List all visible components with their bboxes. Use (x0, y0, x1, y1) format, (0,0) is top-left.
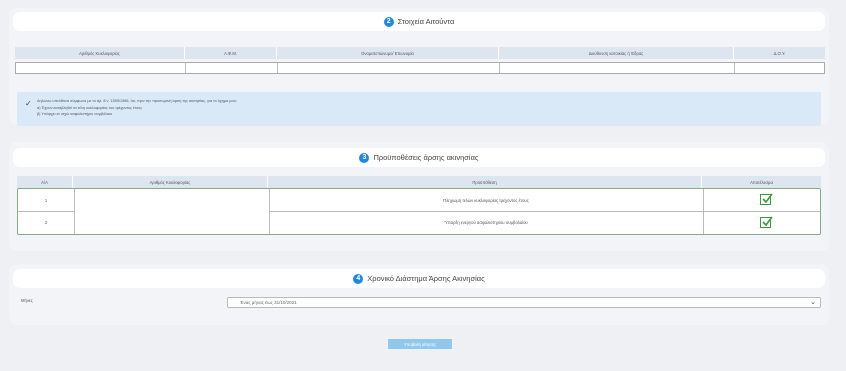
col-address: Διεύθυνση κατοικίας ή Έδρας (499, 47, 734, 59)
name-field[interactable] (278, 63, 500, 73)
col-condition: Προϋπόθεση (268, 176, 702, 188)
declaration-box: ✓ Δηλώνω υπεύθυνα σύμφωνα με το άρ. 8 ν.… (17, 92, 821, 126)
applicant-card: 2 Στοιχεία Αιτούντα Αριθμός Κυκλοφορίας … (9, 8, 829, 126)
declaration-line: β) Υπάρχει εν ισχύι ασφαλιστήριο συμβόλα… (37, 112, 113, 116)
applicant-header: 2 Στοιχεία Αιτούντα (13, 12, 825, 31)
conditions-card: 3 Προϋποθέσεις άρσης ακινησίας Α/Α Αριθμ… (9, 142, 829, 251)
step-number-badge: 3 (359, 152, 370, 163)
months-label: Μήνες (21, 298, 33, 303)
col-doy: Δ.Ο.Υ. (734, 47, 825, 59)
ok-checkbox-icon (760, 216, 773, 228)
section-title: Προϋποθέσεις άρσης ακινησίας (373, 153, 479, 162)
declaration-line: Δηλώνω υπεύθυνα σύμφωνα με το άρ. 8 ν. 1… (37, 99, 237, 103)
check-icon[interactable]: ✓ (25, 99, 32, 108)
row-aa: 2 (44, 220, 48, 225)
applicant-table-header: Αριθμός Κυκλοφορίας Α.Φ.Μ. Ονοματεπώνυμο… (15, 47, 825, 59)
col-plate: Αριθμός Κυκλοφορίας (73, 176, 268, 188)
applicant-input-row (15, 62, 825, 74)
step-number-badge: 4 (353, 273, 364, 284)
plate-field[interactable] (16, 63, 186, 73)
row-condition: Πληρωμή τελών κυκλοφορίας τρέχοντος έτου… (443, 197, 529, 203)
submit-button[interactable]: Υποβολή αίτησης (388, 339, 452, 349)
row-condition: Ύπαρξη ενεργού ασφαλιστηρίου συμβολαίου (444, 220, 528, 225)
row-aa: 1 (44, 197, 48, 203)
chevron-down-icon: ⌄ (810, 299, 816, 306)
address-field[interactable] (500, 63, 735, 73)
conditions-header: 3 Προϋποθέσεις άρσης ακινησίας (13, 148, 825, 167)
conditions-table-header: Α/Α Αριθμός Κυκλοφορίας Προϋπόθεση Αποτέ… (17, 176, 821, 188)
afm-field[interactable] (186, 63, 278, 73)
col-result: Αποτέλεσμα (702, 176, 821, 188)
col-name: Ονοματεπώνυμο/ Επωνυμία (277, 47, 499, 59)
ok-checkbox-icon (760, 193, 773, 205)
step-number-badge: 2 (383, 16, 394, 27)
doy-field[interactable] (735, 63, 824, 73)
conditions-table-body: 1 Πληρωμή τελών κυκλοφορίας τρέχοντος έτ… (17, 188, 821, 235)
period-card: 4 Χρονικό Διάστημα Άρσης Ακινησίας Μήνες… (9, 264, 829, 325)
col-aa: Α/Α (17, 176, 73, 188)
period-header: 4 Χρονικό Διάστημα Άρσης Ακινησίας (13, 269, 825, 288)
declaration-text: Δηλώνω υπεύθυνα σύμφωνα με το άρ. 8 ν. 1… (37, 98, 237, 118)
section-title: Στοιχεία Αιτούντα (397, 17, 455, 26)
col-plate: Αριθμός Κυκλοφορίας (15, 47, 185, 59)
section-title: Χρονικό Διάστημα Άρσης Ακινησίας (367, 274, 485, 283)
selected-value: Ένας μήνας έως 31/10/2021 (240, 300, 297, 305)
months-select[interactable]: Ένας μήνας έως 31/10/2021 ⌄ (227, 297, 821, 308)
col-afm: Α.Φ.Μ. (185, 47, 277, 59)
